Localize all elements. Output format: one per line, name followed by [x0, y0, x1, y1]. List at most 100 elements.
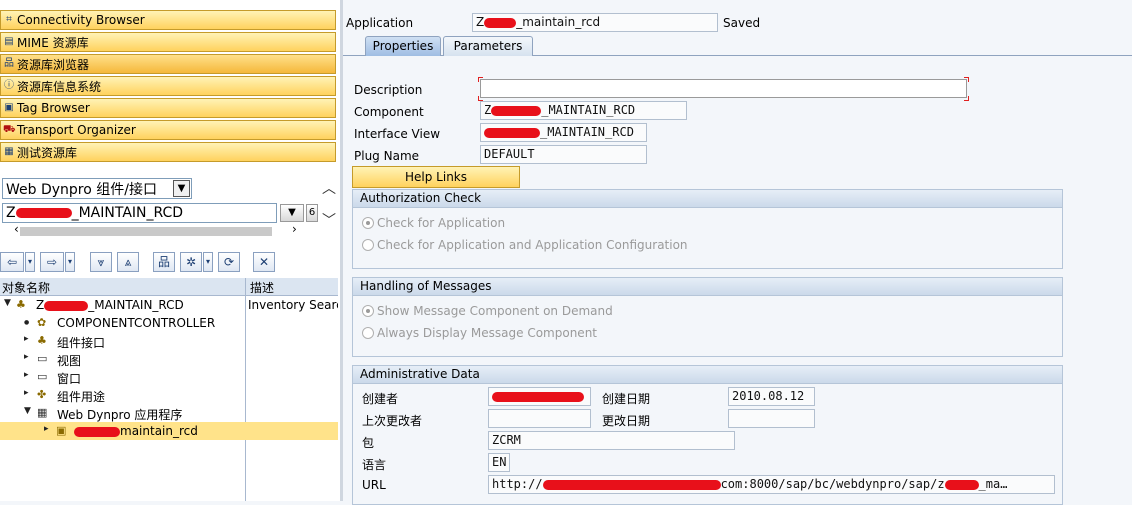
tab-parameters[interactable]: Parameters — [443, 36, 533, 56]
group-title: Administrative Data — [353, 366, 1062, 384]
url-field: http:// com:8000/sap/bc/webdynpro/sap/z _m… — [488, 475, 1055, 494]
tab-properties[interactable]: Properties — [365, 36, 441, 56]
message-handling-group: Handling of Messages Show Message Compon… — [352, 277, 1063, 357]
nav-test-repository[interactable]: ▦ 测试资源库 — [0, 142, 336, 162]
tree-item-views[interactable]: ▸ ▭ 视图 — [0, 350, 338, 368]
scroll-left-icon[interactable]: ‹ — [14, 222, 19, 236]
nav-label: 测试资源库 — [17, 145, 78, 160]
help-links-button[interactable]: Help Links — [352, 166, 520, 188]
tree-item-componentcontroller[interactable]: ● ✿ COMPONENTCONTROLLER — [0, 314, 338, 332]
redaction-mark — [484, 127, 540, 138]
nav-label: MIME 资源库 — [17, 35, 89, 50]
scroll-up-icon[interactable]: ︿ — [322, 178, 336, 198]
expand-all-icon[interactable]: ⩔ — [90, 252, 112, 272]
refresh-icon[interactable]: ⟳ — [218, 252, 240, 272]
application-editor: Application Z _maintain_rcd Saved Propert… — [343, 0, 1132, 505]
required-marker — [964, 77, 969, 82]
nav-repository-info-system[interactable]: ⓘ 资源库信息系统 — [0, 76, 336, 96]
scroll-thumb[interactable] — [20, 227, 272, 236]
redaction-mark — [492, 391, 584, 402]
language-label: 语言 — [362, 458, 387, 472]
selected-app-suffix: maintain_rcd — [120, 424, 198, 438]
expand-arrow-icon[interactable]: ▸ — [44, 424, 49, 434]
forward-arrow-icon[interactable]: ⇨ — [40, 252, 64, 272]
nav-connectivity-browser[interactable]: ⌗ Connectivity Browser — [0, 10, 336, 30]
root-name-prefix: Z — [36, 298, 45, 312]
tree-root-row[interactable]: ▼ ♣ Z _MAINTAIN_RCD Inventory Searc — [0, 296, 338, 314]
save-status: Saved — [723, 16, 761, 30]
display-button[interactable]: 6 — [306, 204, 318, 222]
radio-always-display-message[interactable]: Always Display Message Component — [362, 326, 597, 340]
radio-check-for-application-and-config[interactable]: Check for Application and Application Co… — [362, 238, 688, 252]
chevron-down-icon[interactable]: ▼ — [173, 180, 190, 197]
component-suffix: _MAINTAIN_RCD — [541, 103, 636, 117]
forward-dropdown-icon[interactable]: ▾ — [65, 252, 75, 272]
hierarchy-icon[interactable]: 品 — [153, 252, 175, 272]
last-changed-by-field — [488, 409, 591, 428]
scroll-right-icon[interactable]: › — [292, 222, 297, 236]
application-suffix: _maintain_rcd — [516, 15, 601, 29]
dropdown-button[interactable]: ▼ — [280, 204, 304, 222]
expand-arrow-icon[interactable]: ▸ — [24, 334, 29, 344]
component-label: Component — [354, 105, 424, 119]
radio-unselected-icon — [362, 239, 374, 251]
radio-unselected-icon — [362, 327, 374, 339]
tree-item-label: 组件用途 — [57, 390, 106, 404]
tree-item-component-usages[interactable]: ▸ ✤ 组件用途 — [0, 386, 338, 404]
nav-repository-browser[interactable]: 品 资源库浏览器 — [0, 54, 336, 74]
horizontal-scrollbar[interactable]: ‹ › — [2, 222, 308, 238]
expand-arrow-icon[interactable]: ▸ — [24, 370, 29, 380]
created-on-label: 创建日期 — [602, 392, 651, 406]
collapse-arrow-icon[interactable]: ▼ — [4, 298, 11, 308]
vertical-scrollbar[interactable]: ︿ ﹀ — [320, 176, 338, 236]
changed-on-field — [728, 409, 815, 428]
collapse-arrow-icon[interactable]: ▼ — [24, 406, 31, 416]
url-suffix: _ma… — [978, 477, 1008, 491]
description-input[interactable] — [480, 79, 967, 98]
package-field: ZCRM — [488, 431, 735, 450]
tree-item-label: 视图 — [57, 354, 82, 368]
tree-item-selected-application[interactable]: ▸ ▣ maintain_rcd — [0, 422, 338, 440]
changed-on-label: 更改日期 — [602, 414, 651, 428]
settings-dropdown-icon[interactable]: ▾ — [203, 252, 213, 272]
scroll-down-icon[interactable]: ﹀ — [322, 210, 336, 230]
redaction-mark — [484, 17, 517, 28]
expand-arrow-icon[interactable]: ▸ — [24, 388, 29, 398]
redaction-mark — [15, 208, 72, 218]
object-type-select[interactable]: Web Dynpro 组件/接口 ▼ — [2, 178, 192, 199]
tab-strip: Properties Parameters — [343, 36, 1132, 56]
interface-view-label: Interface View — [354, 127, 441, 141]
nav-label: Tag Browser — [17, 101, 90, 115]
description-label: Description — [354, 83, 423, 97]
nav-transport-organizer[interactable]: ⛟ Transport Organizer — [0, 120, 336, 140]
back-dropdown-icon[interactable]: ▾ — [25, 252, 35, 272]
radio-show-message-on-demand[interactable]: Show Message Component on Demand — [362, 304, 613, 318]
created-by-label: 创建者 — [362, 392, 399, 406]
collapse-all-icon[interactable]: ⩓ — [117, 252, 139, 272]
object-type-value: Web Dynpro 组件/接口 — [6, 181, 157, 198]
nav-tag-browser[interactable]: ▣ Tag Browser — [0, 98, 336, 118]
application-folder-icon: ▦ — [37, 406, 48, 419]
object-name-input[interactable]: Z _MAINTAIN_RCD — [2, 203, 277, 223]
group-title: Handling of Messages — [353, 278, 1062, 296]
column-header-description: 描述 — [250, 281, 275, 295]
close-icon[interactable]: ✕ — [253, 252, 275, 272]
settings-icon[interactable]: ✲ — [180, 252, 202, 272]
radio-check-for-application[interactable]: Check for Application — [362, 216, 505, 230]
tree-item-windows[interactable]: ▸ ▭ 窗口 — [0, 368, 338, 386]
object-name-suffix: _MAINTAIN_RCD — [71, 205, 184, 221]
url-middle: com:8000/sap/bc/webdynpro/sap/z — [720, 477, 945, 491]
back-arrow-icon[interactable]: ⇦ — [0, 252, 24, 272]
tree-item-component-interface[interactable]: ▸ ♣ 组件接口 — [0, 332, 338, 350]
tree-item-label: COMPONENTCONTROLLER — [57, 316, 216, 330]
truck-icon: ⛟ — [3, 124, 16, 135]
expand-arrow-icon[interactable]: ▸ — [24, 352, 29, 362]
tree-item-label: 组件接口 — [57, 336, 106, 350]
tree-toolbar: ⇦ ▾ ⇨ ▾ ⩔ ⩓ 品 ✲ ▾ ⟳ ✕ — [0, 252, 340, 274]
nav-mime-repository[interactable]: ▤ MIME 资源库 — [0, 32, 336, 52]
url-label: URL — [362, 478, 386, 492]
tree-item-applications[interactable]: ▼ ▦ Web Dynpro 应用程序 — [0, 404, 338, 422]
root-name-suffix: _MAINTAIN_RCD — [88, 298, 184, 312]
object-name-prefix: Z — [6, 205, 16, 221]
url-prefix: http:// — [492, 477, 543, 491]
